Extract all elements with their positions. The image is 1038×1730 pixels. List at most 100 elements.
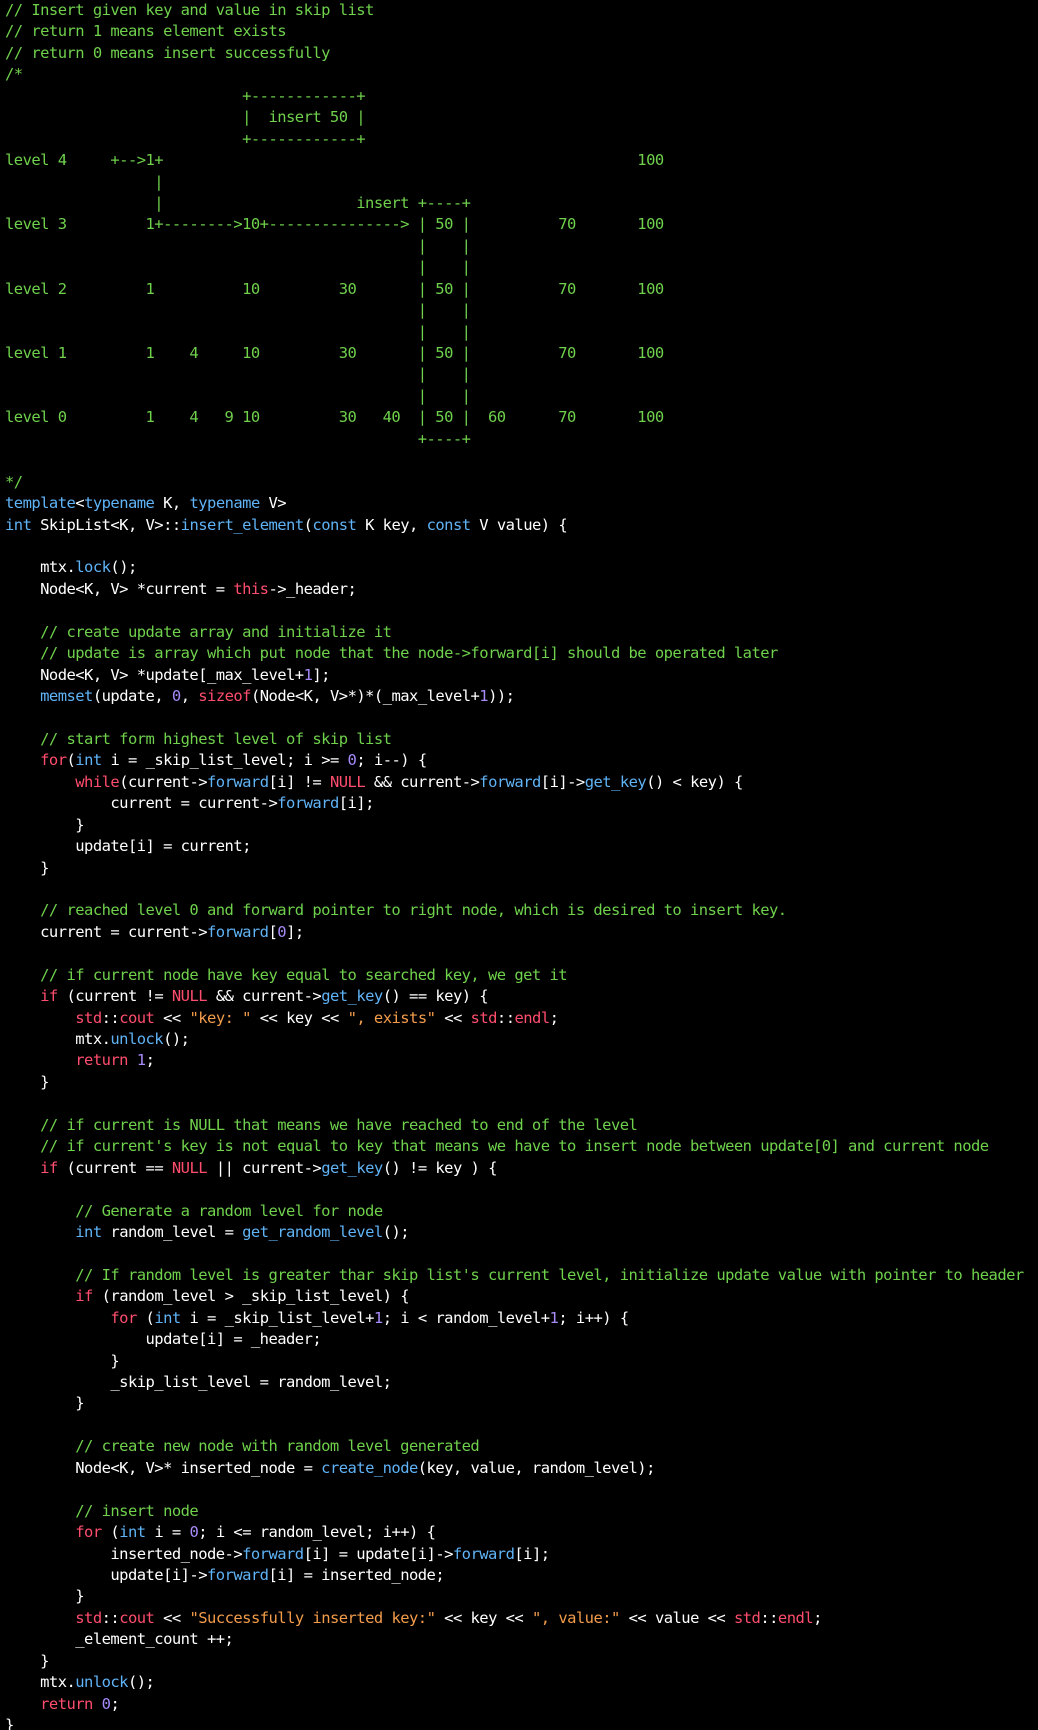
code-line: | | [5,364,1038,385]
code-line: } [5,1072,1038,1093]
code-token: << key << [250,1008,348,1027]
code-token: // Insert given key and value in skip li… [5,1,374,19]
code-line: | insert 50 | [5,107,1038,128]
code-token: mtx. [5,1030,111,1048]
code-line: return 1; [5,1050,1038,1071]
code-token: V value) { [470,515,568,534]
code-token: :: [496,1008,515,1027]
code-line: | | [5,236,1038,257]
code-token: level 0 1 4 9 10 30 40 | 50 | 60 70 100 [5,408,664,427]
code-line: Node<K, V> *update[_max_level+1]; [5,665,1038,686]
code-editor[interactable]: // Insert given key and value in skip li… [0,0,1038,1730]
code-token: (); [382,1222,410,1241]
code-line: level 3 1+-------->10+---------------> |… [5,214,1038,235]
code-line: level 2 1 10 30 | 50 | 70 100 [5,279,1038,300]
code-line: while(current->forward[i] != NULL && cur… [5,772,1038,793]
code-line: memset(update, 0, sizeof(Node<K, V>*)*(_… [5,686,1038,707]
code-token: // if current is NULL that means we have… [5,1115,638,1134]
code-line: // start form highest level of skip list [5,729,1038,750]
code-line: // reached level 0 and forward pointer t… [5,900,1038,921]
code-token: 0 [171,687,181,705]
code-token: forward [452,1544,515,1563]
code-token: int [75,1222,102,1241]
code-token: Node<K, V> *update[_max_level+ [5,665,304,684]
code-token: get_random_level [242,1222,383,1241]
code-token: i = _skip_list_level+ [180,1308,374,1327]
code-token: | [5,172,164,191]
code-token: get_key [321,987,383,1006]
code-token: return [40,1694,93,1713]
code-token: 0 [277,922,287,941]
code-token: | | [5,322,471,341]
code-line: // create new node with random level gen… [5,1436,1038,1457]
code-token: update[i] = _header; [5,1330,322,1349]
code-token: () == key) { [382,987,489,1006]
code-token: } [5,1587,85,1606]
code-token: } [5,1394,85,1413]
code-line: if (current != NULL && current->get_key(… [5,986,1038,1007]
code-line: _skip_list_level = random_level; [5,1372,1038,1393]
code-token: [i]; [338,794,375,813]
code-token: ]; [286,922,304,941]
code-token: ", value:" [531,1608,620,1627]
code-token: // insert node [5,1501,199,1520]
code-token: V> [259,494,287,513]
code-token: ( [66,751,76,770]
code-line: return 0; [5,1694,1038,1715]
code-token: (Node<K, V>*)*(_max_level+ [250,687,480,705]
code-token: mtx. [5,1673,76,1692]
code-line: // insert node [5,1501,1038,1522]
code-line: // Generate a random level for node [5,1201,1038,1222]
code-token: const [312,515,357,534]
code-token: int [5,515,32,534]
code-token: } [5,858,49,877]
code-token: std [75,1608,102,1627]
code-token: [i] = update[i]-> [303,1544,454,1563]
code-token: template [5,494,76,513]
code-line: level 0 1 4 9 10 30 40 | 50 | 60 70 100 [5,407,1038,428]
code-token: // create new node with random level gen… [5,1437,480,1456]
code-line: // Insert given key and value in skip li… [5,0,1038,21]
code-token: [i] != [268,772,330,791]
code-token: << key << [435,1608,532,1627]
code-line: mtx.unlock(); [5,1029,1038,1050]
code-token: | | [5,236,471,255]
code-token: | | [5,301,471,320]
code-token: memset [40,687,93,705]
code-line: int random_level = get_random_level(); [5,1222,1038,1243]
code-token: +----+ [5,429,471,448]
code-token: ; [110,1694,120,1713]
code-token: ; [813,1608,822,1627]
code-token: _element_count ++; [5,1630,234,1649]
code-token: // return 0 means insert successfully [5,43,330,62]
code-token: update[i] = current; [5,837,251,856]
code-token: level 2 1 10 30 | 50 | 70 100 [5,279,664,298]
code-token: "Successfully inserted key:" [189,1608,436,1627]
code-token: std [733,1608,761,1627]
code-token: update[i]-> [5,1565,207,1584]
code-token: (current == [57,1158,172,1177]
code-token: // update is array which put node that t… [5,644,778,663]
code-token: level 3 1+-------->10+---------------> |… [5,215,664,234]
code-line: | | [5,257,1038,278]
code-token: } [5,1072,49,1091]
code-token: || current-> [207,1158,322,1177]
code-token: create_node [321,1458,418,1477]
code-token: K key, [356,515,427,534]
code-token: Node<K, V>* inserted_node = [5,1458,322,1477]
code-token: } [5,1651,49,1670]
code-line: for(int i = _skip_list_level; i >= 0; i-… [5,750,1038,771]
